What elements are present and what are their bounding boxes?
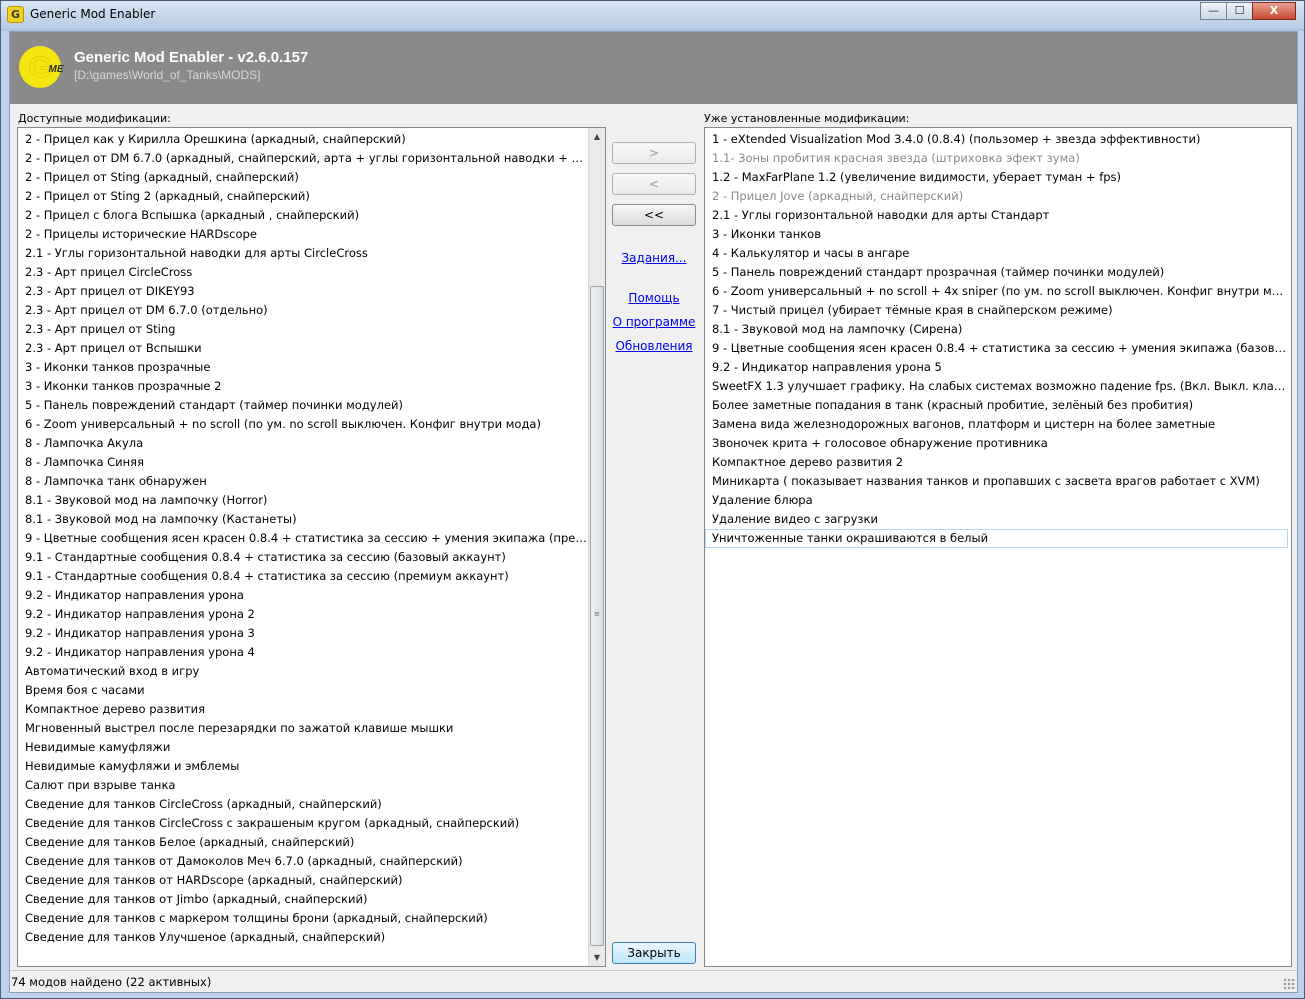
available-mod-item[interactable]: Салют при взрыве танка — [18, 776, 588, 795]
installed-mods-label: Уже установленные модификации: — [704, 112, 910, 125]
available-mod-item[interactable]: 9.2 - Индикатор направления урона 3 — [18, 624, 588, 643]
installed-mod-item[interactable]: 3 - Иконки танков — [705, 225, 1288, 244]
available-mod-item[interactable]: 2 - Прицел от Sting (аркадный, снайперск… — [18, 168, 588, 187]
available-mod-item[interactable]: 2.3 - Арт прицел от DIKEY93 — [18, 282, 588, 301]
available-mod-item[interactable]: Мгновенный выстрел после перезарядки по … — [18, 719, 588, 738]
available-mod-item[interactable]: 6 - Zoom универсальный + no scroll (по у… — [18, 415, 588, 434]
status-text: 74 модов найдено (22 активных) — [11, 975, 212, 989]
available-mod-item[interactable]: Сведение для танков с маркером толщины б… — [18, 909, 588, 928]
available-mod-item[interactable]: 2.3 - Арт прицел от Sting — [18, 320, 588, 339]
available-mod-item[interactable]: Сведение для танков Белое (аркадный, сна… — [18, 833, 588, 852]
available-mod-item[interactable]: Невидимые камуфляжи — [18, 738, 588, 757]
available-mod-item[interactable]: 5 - Панель повреждений стандарт (таймер … — [18, 396, 588, 415]
installed-mods-list[interactable]: 1 - eXtended Visualization Mod 3.4.0 (0.… — [704, 127, 1292, 967]
available-mod-item[interactable]: 2.3 - Арт прицел CircleCross — [18, 263, 588, 282]
available-mod-item[interactable]: Компактное дерево развития — [18, 700, 588, 719]
close-window-button[interactable]: X — [1252, 2, 1296, 20]
available-mod-item[interactable]: Автоматический вход в игру — [18, 662, 588, 681]
installed-mod-item[interactable]: Замена вида железнодорожных вагонов, пла… — [705, 415, 1288, 434]
available-mod-item[interactable]: 3 - Иконки танков прозрачные — [18, 358, 588, 377]
installed-mod-item[interactable]: Миникарта ( показывает названия танков и… — [705, 472, 1288, 491]
installed-mod-item[interactable]: SweetFX 1.3 улучшает графику. На слабых … — [705, 377, 1288, 396]
available-mod-item[interactable]: 9.1 - Стандартные сообщения 0.8.4 + стат… — [18, 548, 588, 567]
app-title: Generic Mod Enabler - v2.6.0.157 — [74, 49, 309, 66]
installed-mod-item[interactable]: 7 - Чистый прицел (убирает тёмные края в… — [705, 301, 1288, 320]
available-mod-item[interactable]: Сведение для танков Улучшеное (аркадный,… — [18, 928, 588, 947]
available-mods-list[interactable]: 2 - Прицел как у Кирилла Орешкина (аркад… — [17, 127, 606, 967]
installed-mod-item[interactable]: 5 - Панель повреждений стандарт прозрачн… — [705, 263, 1288, 282]
installed-mod-item[interactable]: 6 - Zoom универсальный + no scroll + 4x … — [705, 282, 1288, 301]
available-mod-item[interactable]: 9.1 - Стандартные сообщения 0.8.4 + стат… — [18, 567, 588, 586]
available-mod-item[interactable]: 2 - Прицел с блога Вспышка (аркадный , с… — [18, 206, 588, 225]
client-area: G ME Generic Mod Enabler - v2.6.0.157 [D… — [9, 31, 1298, 993]
available-mod-item[interactable]: Невидимые камуфляжи и эмблемы — [18, 757, 588, 776]
available-mod-item[interactable]: 9 - Цветные сообщения ясен красен 0.8.4 … — [18, 529, 588, 548]
scroll-up-icon[interactable]: ▲ — [589, 128, 605, 145]
available-mod-item[interactable]: 2 - Прицелы исторические HARDscope — [18, 225, 588, 244]
available-mod-item[interactable]: 8 - Лампочка танк обнаружен — [18, 472, 588, 491]
available-mods-label: Доступные модификации: — [18, 112, 171, 125]
installed-mod-item[interactable]: Удаление блюра — [705, 491, 1288, 510]
header-banner: G ME Generic Mod Enabler - v2.6.0.157 [D… — [10, 32, 1297, 104]
app-icon: G — [7, 6, 24, 23]
scroll-thumb[interactable]: ≡ — [590, 286, 604, 946]
installed-mod-item[interactable]: 1 - eXtended Visualization Mod 3.4.0 (0.… — [705, 130, 1288, 149]
available-mod-item[interactable]: 2.3 - Арт прицел от DM 6.7.0 (отдельно) — [18, 301, 588, 320]
close-button[interactable]: Закрыть — [612, 942, 696, 964]
available-mod-item[interactable]: 8 - Лампочка Синяя — [18, 453, 588, 472]
installed-mod-item[interactable]: Звоночек крита + голосовое обнаружение п… — [705, 434, 1288, 453]
logo-subtext: ME — [49, 64, 64, 75]
window-title: Generic Mod Enabler — [30, 7, 156, 21]
available-mod-item[interactable]: 2 - Прицел от Sting 2 (аркадный, снайпер… — [18, 187, 588, 206]
about-link[interactable]: О программе — [606, 315, 702, 329]
available-mod-item[interactable]: Сведение для танков от Дамоколов Меч 6.7… — [18, 852, 588, 871]
available-mod-item[interactable]: 8 - Лампочка Акула — [18, 434, 588, 453]
available-mod-item[interactable]: 3 - Иконки танков прозрачные 2 — [18, 377, 588, 396]
updates-link[interactable]: Обновления — [612, 339, 696, 353]
available-mod-item[interactable]: Сведение для танков CircleCross с закраш… — [18, 814, 588, 833]
installed-mod-item[interactable]: Компактное дерево развития 2 — [705, 453, 1288, 472]
window-controls: — ☐ X — [1200, 2, 1296, 20]
remove-mod-button[interactable]: < — [612, 173, 696, 195]
installed-mod-item[interactable]: 4 - Калькулятор и часы в ангаре — [705, 244, 1288, 263]
installed-mod-item[interactable]: 2 - Прицел Jove (аркадный, снайперский) — [705, 187, 1288, 206]
minimize-button[interactable]: — — [1200, 2, 1227, 20]
status-bar: 74 модов найдено (22 активных) — [10, 970, 1297, 992]
available-mod-item[interactable]: Сведение для танков CircleCross (аркадны… — [18, 795, 588, 814]
gme-logo: G ME — [19, 46, 64, 88]
resize-grip-icon[interactable] — [1283, 978, 1295, 990]
installed-mod-item[interactable]: Удаление видео с загрузки — [705, 510, 1288, 529]
tasks-link[interactable]: Задания... — [612, 251, 696, 265]
maximize-button[interactable]: ☐ — [1226, 2, 1253, 20]
help-link[interactable]: Помощь — [612, 291, 696, 305]
available-mod-item[interactable]: 2 - Прицел как у Кирилла Орешкина (аркад… — [18, 130, 588, 149]
available-mod-item[interactable]: 2 - Прицел от DM 6.7.0 (аркадный, снайпе… — [18, 149, 588, 168]
installed-mod-item[interactable]: 9 - Цветные сообщения ясен красен 0.8.4 … — [705, 339, 1288, 358]
remove-all-button[interactable]: << — [612, 204, 696, 226]
app-window: G Generic Mod Enabler — ☐ X G ME Generic… — [0, 0, 1305, 999]
available-mod-item[interactable]: Сведение для танков от HARDscope (аркадн… — [18, 871, 588, 890]
grip-icon: ≡ — [594, 610, 600, 618]
available-mod-item[interactable]: 8.1 - Звуковой мод на лампочку (Horror) — [18, 491, 588, 510]
available-mod-item[interactable]: Время боя с часами — [18, 681, 588, 700]
available-mod-item[interactable]: 9.2 - Индикатор направления урона 2 — [18, 605, 588, 624]
add-mod-button[interactable]: > — [612, 142, 696, 164]
scroll-down-icon[interactable]: ▼ — [589, 949, 605, 966]
available-mod-item[interactable]: 2.3 - Арт прицел от Вспышки — [18, 339, 588, 358]
available-mod-item[interactable]: 8.1 - Звуковой мод на лампочку (Кастанет… — [18, 510, 588, 529]
title-bar[interactable]: G Generic Mod Enabler — ☐ X — [1, 1, 1304, 29]
mods-path: [D:\games\World_of_Tanks\MODS] — [74, 68, 261, 82]
installed-mod-item[interactable]: 1.1- Зоны пробития красная звезда (штрих… — [705, 149, 1288, 168]
available-mod-item[interactable]: 9.2 - Индикатор направления урона — [18, 586, 588, 605]
available-mod-item[interactable]: 9.2 - Индикатор направления урона 4 — [18, 643, 588, 662]
installed-mod-item[interactable]: 8.1 - Звуковой мод на лампочку (Сирена) — [705, 320, 1288, 339]
available-mod-item[interactable]: Сведение для танков от Jimbo (аркадный, … — [18, 890, 588, 909]
installed-mod-item[interactable]: 1.2 - MaxFarPlane 1.2 (увеличение видимо… — [705, 168, 1288, 187]
available-mod-item[interactable]: 2.1 - Углы горизонтальной наводки для ар… — [18, 244, 588, 263]
installed-mod-item[interactable]: 9.2 - Индикатор направления урона 5 — [705, 358, 1288, 377]
installed-mod-item[interactable]: Более заметные попадания в танк (красный… — [705, 396, 1288, 415]
installed-mod-item[interactable]: 2.1 - Углы горизонтальной наводки для ар… — [705, 206, 1288, 225]
available-scrollbar[interactable]: ▲ ≡ ▼ — [588, 128, 605, 966]
installed-mod-item-selected[interactable]: Уничтоженные танки окрашиваются в белый — [705, 529, 1288, 548]
